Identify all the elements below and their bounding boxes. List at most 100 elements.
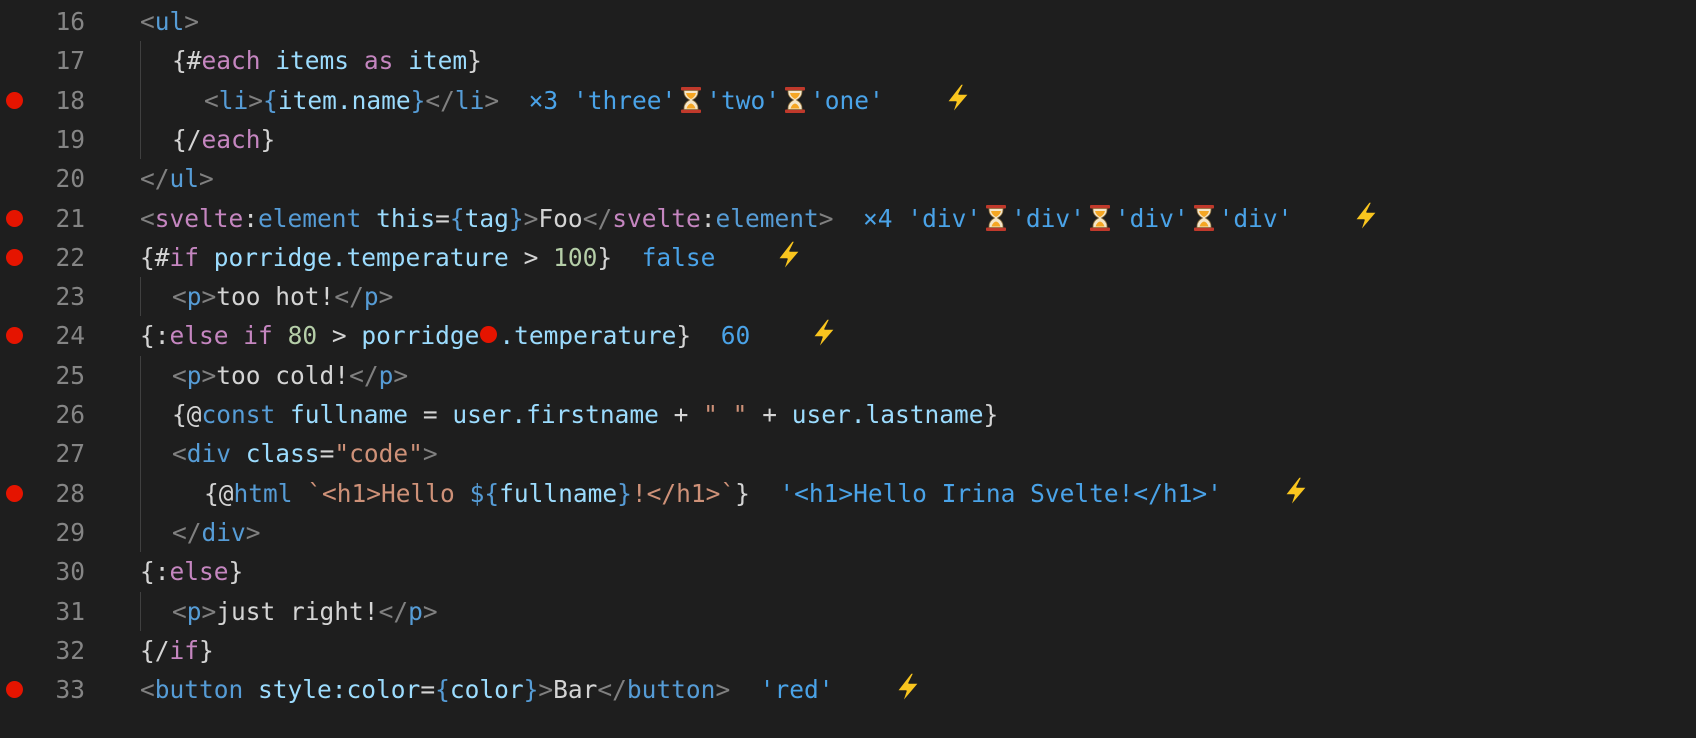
token: > [248, 85, 264, 115]
code-line[interactable]: 25 <p>too cold!</p> [0, 355, 1696, 395]
token: too cold! [216, 360, 350, 390]
inline-value: 'div' [907, 203, 982, 233]
code-line[interactable]: 30 {:else} [0, 552, 1696, 591]
inline-value: 'div' [1114, 203, 1189, 233]
token: fullname [290, 400, 409, 429]
code-line[interactable]: 19 {/each} [0, 119, 1696, 160]
token: </ [378, 596, 409, 626]
inline-value: 'div' [1011, 203, 1085, 233]
token: too hot! [216, 282, 335, 312]
line-number: 30 [55, 557, 85, 587]
code-line[interactable]: 32 {/if} [0, 631, 1696, 670]
token: {: [140, 557, 170, 587]
breakpoint-dot-icon[interactable] [6, 91, 23, 109]
token: ${ [469, 478, 500, 508]
inline-breakpoint-icon[interactable] [480, 326, 498, 344]
token: </ [349, 360, 379, 390]
line-number: 19 [55, 124, 85, 154]
lightning-icon[interactable] [893, 672, 923, 704]
code-text: <svelte:element this={tag}>Foo</svelte:e… [140, 199, 1381, 238]
token: {: [140, 321, 170, 351]
lightning-icon[interactable] [1351, 201, 1381, 233]
token: button [154, 675, 244, 705]
code-line[interactable]: 33 <button style:color={color}>Bar</butt… [0, 670, 1696, 709]
token: {/ [172, 124, 202, 154]
token: < [172, 360, 187, 390]
code-line[interactable]: 18 <li>{item.name}</li> ×3 'three''two' '… [0, 80, 1696, 120]
token: {/ [140, 635, 170, 665]
lightning-icon[interactable] [774, 240, 804, 272]
code-editor[interactable]: 16 <ul> 17 {#each items as item} 18 <li>… [0, 0, 1696, 738]
token: </ [597, 675, 627, 705]
inline-value: 'div' [1218, 203, 1293, 233]
token: item.name [277, 85, 411, 115]
code-line[interactable]: 16 <ul> [0, 2, 1696, 41]
token: items [275, 46, 350, 76]
token: } [523, 675, 539, 705]
code-text: <p>just right!</p> [172, 592, 438, 631]
token: user.lastname [791, 400, 984, 429]
token: } [410, 85, 426, 115]
token: = [319, 439, 335, 469]
token: html [233, 478, 293, 508]
code-line[interactable]: 17 {#each items as item} [0, 41, 1696, 81]
token: = [420, 675, 436, 705]
breakpoint-dot-icon[interactable] [6, 209, 23, 227]
code-line[interactable]: 21 <svelte:element this={tag}>Foo</svelt… [0, 199, 1696, 238]
token: } [983, 400, 999, 429]
breakpoint-dot-icon[interactable] [6, 681, 23, 699]
line-number: 29 [55, 517, 85, 547]
token: < [204, 85, 219, 115]
token: = [422, 400, 438, 429]
code-line[interactable]: 29 </div> [0, 512, 1696, 553]
code-line[interactable]: 22 {#if porridge.temperature > 100} fals… [0, 238, 1696, 277]
breakpoint-dot-icon[interactable] [6, 327, 23, 345]
token: ul [169, 164, 200, 194]
token: > [523, 203, 539, 233]
code-line[interactable]: 26 {@const fullname = user.firstname + "… [0, 395, 1696, 435]
token: </ [425, 85, 455, 115]
token: } [617, 478, 632, 508]
inline-value: 'red' [759, 675, 834, 705]
token: this [376, 203, 436, 233]
indent-guide [140, 591, 141, 631]
breakpoint-dot-icon[interactable] [6, 484, 23, 502]
token: > [484, 85, 500, 115]
code-line[interactable]: 24 {:else if 80 > porridge .temperature} … [0, 316, 1696, 355]
lightning-icon[interactable] [943, 83, 973, 115]
token: Bar [553, 675, 598, 705]
code-text: {/each} [172, 120, 275, 159]
line-number: 31 [55, 596, 85, 626]
inline-value: '<h1>Hello Irina Svelte!</h1>' [779, 478, 1222, 508]
token: > [199, 164, 214, 194]
code-text: </div> [172, 513, 261, 552]
line-number: 23 [55, 282, 85, 312]
code-line[interactable]: 23 <p>too hot!</p> [0, 277, 1696, 317]
inline-value: 'one' [809, 85, 884, 115]
token: {# [140, 242, 170, 272]
lightning-icon[interactable] [809, 318, 839, 350]
code-line[interactable]: 28 {@html `<h1>Hello ${fullname}!</h1>`}… [0, 473, 1696, 513]
inline-value: 'two' [706, 85, 780, 115]
token: " " [703, 400, 748, 429]
token: class [245, 439, 320, 469]
code-line[interactable]: 31 <p>just right!</p> [0, 591, 1696, 631]
lightning-icon[interactable] [1281, 476, 1311, 508]
token: just right! [216, 596, 379, 626]
token: > [422, 596, 438, 626]
hourglass-icon [680, 86, 702, 114]
token: Foo [538, 203, 583, 233]
code-line[interactable]: 27 <div class="code"> [0, 434, 1696, 474]
breakpoint-dot-icon[interactable] [6, 248, 23, 266]
token: {# [172, 46, 202, 76]
code-line[interactable]: 20 </ul> [0, 159, 1696, 198]
token: > [538, 675, 554, 705]
token: + [673, 400, 689, 429]
line-number: 27 [55, 439, 85, 469]
line-number: 33 [55, 675, 85, 705]
token: } [735, 478, 750, 508]
token: } [508, 203, 524, 233]
token: { [449, 203, 465, 233]
code-text: <div class="code"> [172, 434, 438, 473]
token: > [201, 360, 217, 390]
